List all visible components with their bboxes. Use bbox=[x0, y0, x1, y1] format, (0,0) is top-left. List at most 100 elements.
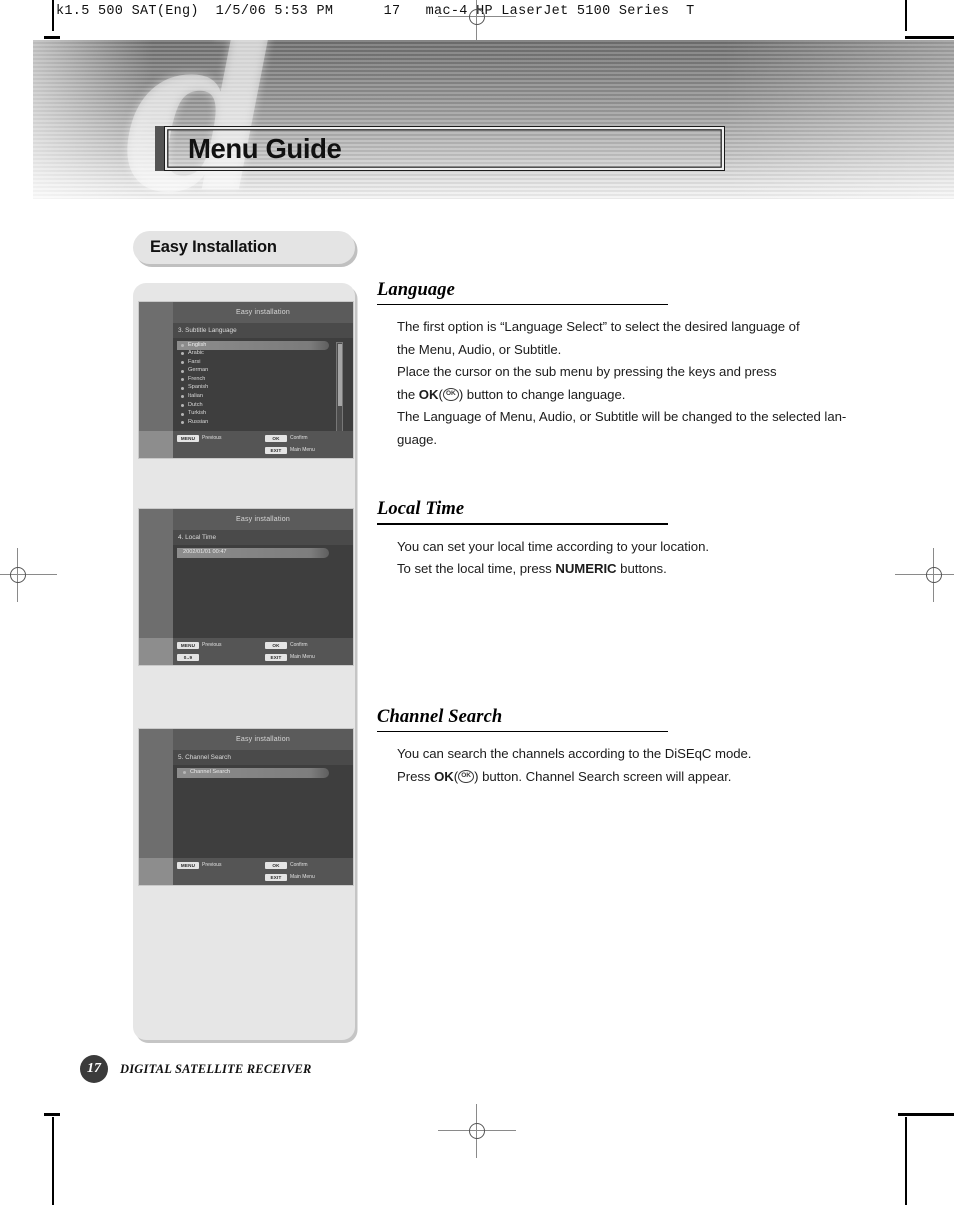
page-footer: 17 DIGITAL SATELLITE RECEIVER bbox=[80, 1055, 312, 1083]
channel-search-value: Channel Search bbox=[190, 768, 231, 775]
tv-submenu-label: 3. Subtitle Language bbox=[178, 327, 237, 334]
scrollbar[interactable] bbox=[336, 342, 343, 431]
key-desc: Main Menu bbox=[290, 446, 315, 453]
crop-line-top-right bbox=[905, 36, 954, 39]
key-desc: Main Menu bbox=[290, 653, 315, 660]
text-line: You can search the channels according to… bbox=[397, 746, 752, 762]
key-desc: Main Menu bbox=[290, 873, 315, 880]
key-hint-ok: OK Confirm bbox=[265, 862, 349, 870]
list-item[interactable]: Dutch bbox=[177, 401, 329, 410]
section-heading: Local Time bbox=[377, 499, 465, 520]
key-desc: Confirm bbox=[290, 435, 308, 442]
page-title-accent-bar bbox=[155, 126, 164, 171]
key-badge: MENU bbox=[177, 862, 199, 870]
tv-content: Channel Search bbox=[173, 765, 353, 858]
section-pill-easy-installation: Easy Installation bbox=[133, 231, 355, 264]
section-language: Language The first option is “Language S… bbox=[377, 280, 877, 451]
tv-screenshot-subtitle-language: Easy installation 3. Subtitle Language E… bbox=[138, 301, 354, 459]
key-hint-ok: OK Confirm bbox=[265, 435, 349, 443]
ok-button-icon: OK bbox=[458, 769, 475, 783]
local-time-field[interactable]: 2002/01/01 00:47 bbox=[177, 548, 329, 558]
tv-submenu-label: 5. Channel Search bbox=[178, 754, 231, 761]
list-item[interactable]: English bbox=[177, 341, 329, 350]
text-line: Place the cursor on the sub menu by pres… bbox=[397, 364, 777, 380]
tv-footer-keys: MENU Previous OK Confirm 0..9 EXIT Main … bbox=[173, 638, 353, 665]
key-badge: 0..9 bbox=[177, 653, 199, 661]
tv-titlebar: Easy installation bbox=[173, 509, 353, 530]
key-desc: Confirm bbox=[290, 642, 308, 649]
list-item[interactable]: Russian bbox=[177, 418, 329, 427]
brand-watermark-logo: d bbox=[125, 40, 276, 199]
key-badge: OK bbox=[265, 435, 287, 443]
tv-footer: MENU Previous OK Confirm EXIT Main Menu bbox=[139, 431, 353, 458]
bullet-icon bbox=[181, 421, 184, 425]
tv-footer-sidebar bbox=[139, 858, 173, 885]
print-slug-line: k1.5 500 SAT(Eng) 1/5/06 5:53 PM 17 mac-… bbox=[56, 4, 695, 19]
registration-mark-top bbox=[438, 0, 516, 44]
tv-submenu-label: 4. Local Time bbox=[178, 534, 217, 541]
tv-submenu-bar: 3. Subtitle Language bbox=[173, 323, 353, 338]
tv-content: English Arabic Farsi German French Spani… bbox=[173, 338, 353, 431]
text-line: The first option is “Language Select” to… bbox=[397, 319, 800, 335]
tv-content: 2002/01/01 00:47 bbox=[173, 545, 353, 638]
tv-title: Easy installation bbox=[236, 309, 290, 316]
crop-line-top-left bbox=[44, 36, 60, 39]
list-item-label: French bbox=[188, 375, 206, 382]
key-hint-numeric: 0..9 bbox=[177, 653, 261, 661]
bullet-icon bbox=[181, 395, 184, 399]
tv-body: Easy installation 3. Subtitle Language E… bbox=[139, 302, 353, 431]
key-hint-exit: EXIT Main Menu bbox=[265, 873, 349, 881]
language-list[interactable]: English Arabic Farsi German French Spani… bbox=[177, 341, 329, 427]
banner-right-fade bbox=[724, 40, 954, 199]
registration-mark-right bbox=[895, 548, 954, 602]
key-desc: Previous bbox=[202, 642, 222, 649]
section-local-time: Local Time You can set your local time a… bbox=[377, 499, 877, 580]
key-badge: MENU bbox=[177, 435, 199, 443]
crop-line-left-upper bbox=[52, 0, 54, 31]
bullet-icon bbox=[181, 403, 184, 407]
ok-button-icon: OK bbox=[442, 387, 459, 401]
crop-line-right-lower bbox=[905, 1117, 907, 1205]
tv-footer: MENU Previous OK Confirm EXIT Main Menu bbox=[139, 858, 353, 885]
list-item[interactable]: Spanish bbox=[177, 384, 329, 393]
tv-title: Easy installation bbox=[236, 736, 290, 743]
tv-footer-keys: MENU Previous OK Confirm EXIT Main Menu bbox=[173, 431, 353, 458]
page-banner: d bbox=[33, 40, 954, 199]
key-hint-ok: OK Confirm bbox=[265, 642, 349, 650]
list-item[interactable]: Farsi bbox=[177, 358, 329, 367]
bullet-icon bbox=[181, 360, 184, 364]
list-item[interactable]: Italian bbox=[177, 393, 329, 402]
key-desc: Previous bbox=[202, 862, 222, 869]
list-item-label: Arabic bbox=[188, 350, 204, 357]
page-title-tab: Menu Guide bbox=[155, 126, 725, 171]
section-paragraph: The first option is “Language Select” to… bbox=[377, 316, 877, 451]
page-title-box: Menu Guide bbox=[164, 126, 725, 171]
bullet-icon bbox=[181, 412, 184, 416]
crop-line-left-lower bbox=[52, 1117, 54, 1205]
list-item-label: Spanish bbox=[188, 384, 209, 391]
tv-sidebar bbox=[139, 302, 173, 431]
scrollbar-thumb[interactable] bbox=[337, 343, 342, 406]
key-badge: OK bbox=[265, 642, 287, 650]
channel-search-field[interactable]: Channel Search bbox=[177, 768, 329, 778]
tv-titlebar: Easy installation bbox=[173, 302, 353, 323]
section-channel-search: Channel Search You can search the channe… bbox=[377, 707, 877, 788]
tv-submenu-bar: 4. Local Time bbox=[173, 530, 353, 545]
footer-label: DIGITAL SATELLITE RECEIVER bbox=[120, 1061, 312, 1076]
crop-line-bottom-right bbox=[898, 1113, 954, 1116]
list-item[interactable]: French bbox=[177, 375, 329, 384]
body-text-column: Language The first option is “Language S… bbox=[377, 280, 877, 788]
list-item[interactable]: Turkish bbox=[177, 410, 329, 419]
tv-footer: MENU Previous OK Confirm 0..9 EXIT Main … bbox=[139, 638, 353, 665]
section-paragraph: You can search the channels according to… bbox=[377, 743, 877, 788]
section-heading: Channel Search bbox=[377, 706, 503, 727]
key-hint-exit: EXIT Main Menu bbox=[265, 653, 349, 661]
tv-main: Easy installation 4. Local Time 2002/01/… bbox=[173, 509, 353, 638]
key-hint-menu: MENU Previous bbox=[177, 435, 261, 443]
list-item[interactable]: German bbox=[177, 367, 329, 376]
list-item[interactable]: Arabic bbox=[177, 350, 329, 359]
key-hint-menu: MENU Previous bbox=[177, 642, 261, 650]
bullet-icon bbox=[181, 352, 184, 356]
bullet-icon bbox=[181, 369, 184, 373]
list-item-label: Turkish bbox=[188, 410, 207, 417]
